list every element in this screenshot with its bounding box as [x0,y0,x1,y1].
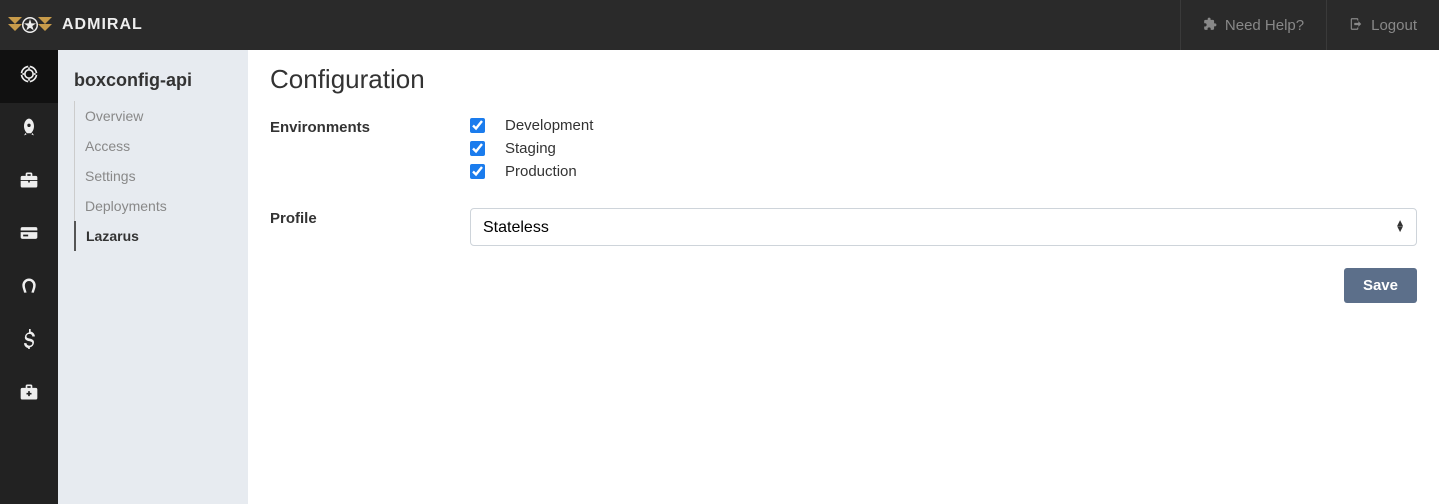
iconbar-target[interactable] [0,50,58,103]
topbar-right: Need Help? Logout [1180,0,1439,50]
sidebar-item-settings[interactable]: Settings [74,161,248,191]
logout-label: Logout [1371,17,1417,34]
briefcase-icon [19,170,39,195]
iconbar-medkit[interactable] [0,368,58,421]
sidebar-title: boxconfig-api [58,66,248,101]
topbar-left: ADMIRAL [0,15,143,35]
save-button[interactable]: Save [1344,268,1417,303]
dollar-icon [19,329,39,354]
iconbar-briefcase[interactable] [0,156,58,209]
iconbar-card[interactable] [0,209,58,262]
rocket-icon [19,117,39,142]
env-development-checkbox[interactable] [470,118,485,133]
env-production-checkbox[interactable] [470,164,485,179]
sidebar-item-deployments[interactable]: Deployments [74,191,248,221]
env-staging-label[interactable]: Staging [505,140,556,157]
profile-control: Stateless ▲▼ [470,208,1417,246]
sidebar: boxconfig-api Overview Access Settings D… [58,50,248,504]
need-help-link[interactable]: Need Help? [1180,0,1326,50]
need-help-label: Need Help? [1225,17,1304,34]
env-production-label[interactable]: Production [505,163,577,180]
brand-title: ADMIRAL [62,16,143,34]
logout-icon [1349,17,1363,34]
env-development-label[interactable]: Development [505,117,593,134]
profile-row: Profile Stateless ▲▼ [270,208,1417,246]
sidebar-item-access[interactable]: Access [74,131,248,161]
iconbar-dollar[interactable] [0,315,58,368]
admiral-logo-icon [8,15,52,35]
puzzle-icon [1203,17,1217,34]
logout-link[interactable]: Logout [1326,0,1439,50]
target-icon [19,64,39,89]
environments-label: Environments [270,117,470,136]
profile-label: Profile [270,208,470,227]
environments-row: Environments Development Staging Product… [270,117,1417,186]
sidebar-item-overview[interactable]: Overview [74,101,248,131]
iconbar-horseshoe[interactable] [0,262,58,315]
topbar: ADMIRAL Need Help? Logout [0,0,1439,50]
horseshoe-icon [19,276,39,301]
main-content: Configuration Environments Development S… [248,50,1439,504]
sidebar-list: Overview Access Settings Deployments Laz… [58,101,248,251]
actions-row: Save [270,268,1417,303]
env-production-row: Production [470,163,1417,180]
env-staging-checkbox[interactable] [470,141,485,156]
iconbar [0,50,58,504]
sidebar-item-lazarus[interactable]: Lazarus [74,221,248,251]
page-title: Configuration [270,64,1417,95]
env-development-row: Development [470,117,1417,134]
medkit-icon [19,382,39,407]
env-staging-row: Staging [470,140,1417,157]
profile-select[interactable]: Stateless [470,208,1417,246]
iconbar-rocket[interactable] [0,103,58,156]
environments-control: Development Staging Production [470,117,1417,186]
profile-select-wrap: Stateless ▲▼ [470,208,1417,246]
card-icon [19,223,39,248]
